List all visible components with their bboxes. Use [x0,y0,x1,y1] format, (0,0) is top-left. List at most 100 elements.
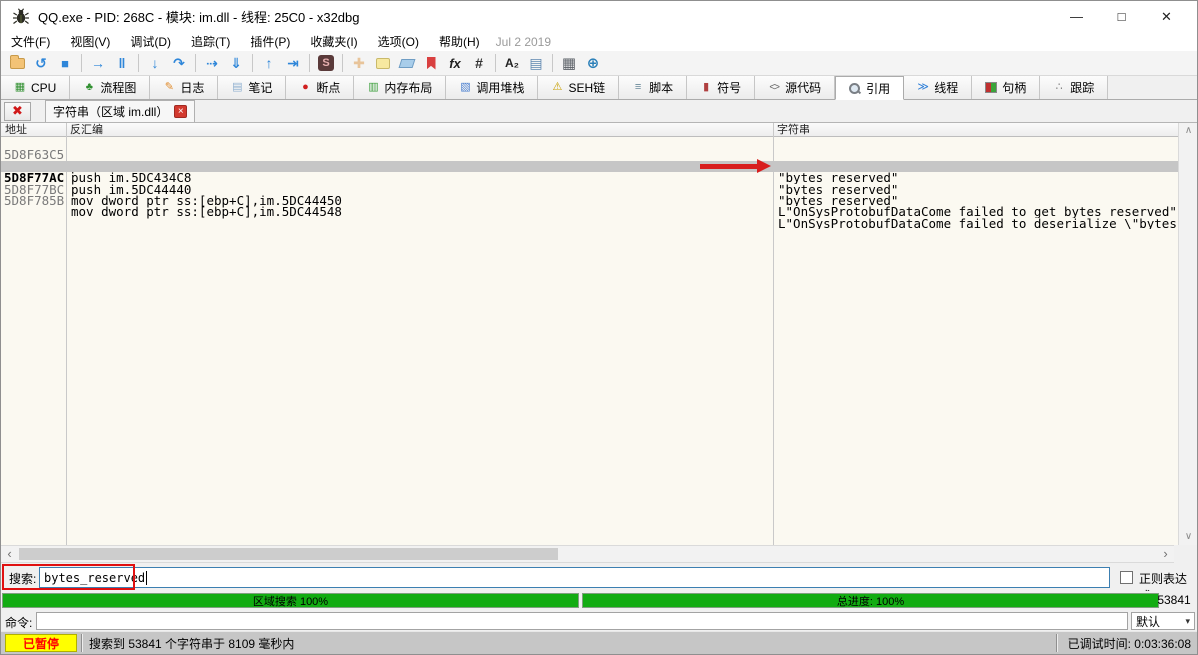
column-header-address[interactable]: 地址 [1,123,66,137]
tab-breakpoints[interactable]: ●断点 [286,76,354,99]
pause-icon[interactable]: ‖ [111,53,133,73]
animate-into-icon[interactable]: ⇢ [201,53,223,73]
column-header-string[interactable]: 字符串 [773,123,1178,137]
run-to-user-code-icon[interactable]: ⇥ [282,53,304,73]
hash-icon[interactable]: # [468,53,490,73]
tab-call-stack[interactable]: ▧调用堆栈 [446,76,538,99]
progress-row: 区域搜索 100% 总进度: 100% 53841 [1,591,1197,610]
tab-handles[interactable]: 句柄 [972,76,1040,99]
menu-plugins[interactable]: 插件(P) [240,32,300,51]
log-icon: ✎ [163,82,175,93]
tab-symbols[interactable]: ▮符号 [687,76,755,99]
comment-icon[interactable] [372,53,394,73]
ascii-table-icon[interactable]: A₂ [501,53,523,73]
close-tab-icon[interactable]: × [174,105,187,118]
graph-icon: ♣ [83,82,95,93]
window-title: QQ.exe - PID: 268C - 模块: im.dll - 线程: 25… [38,7,360,26]
toolbar-separator [342,54,343,72]
menu-options[interactable]: 选项(O) [368,32,429,51]
region-search-progressbar: 区域搜索 100% [2,593,579,608]
chevron-down-icon: ▾ [1185,616,1190,627]
tab-log[interactable]: ✎日志 [150,76,218,99]
source-icon[interactable]: S [315,53,337,73]
trace-over-icon[interactable]: ⇓ [225,53,247,73]
scroll-down-icon[interactable]: ∨ [1179,529,1198,545]
scrollbar-corner [1174,545,1197,563]
trace-icon: ∴ [1053,82,1065,93]
status-separator [81,634,83,652]
close-all-tabs-button[interactable]: ✖ [4,102,31,121]
menu-view[interactable]: 视图(V) [60,32,120,51]
tab-graph[interactable]: ♣流程图 [70,76,150,99]
stop-icon[interactable]: ■ [54,53,76,73]
command-input[interactable] [36,612,1128,630]
tab-memory-map[interactable]: ▥内存布局 [354,76,446,99]
scroll-left-icon[interactable]: ‹ [1,546,18,562]
label-icon[interactable] [396,53,418,73]
function-icon[interactable]: fx [444,53,466,73]
status-message: 搜索到 53841 个字符串于 8109 毫秒内 [87,635,1052,652]
strings-region-tab[interactable]: 字符串（区域 im.dll） × [45,100,195,122]
table-row[interactable]: 5D8F785B mov dword ptr ss:[ebp+C],im.5DC… [1,184,1178,195]
table-row[interactable]: 5D8F77BC mov dword ptr ss:[ebp+C],im.5DC… [1,172,1178,183]
bookmark-icon[interactable] [420,53,442,73]
horizontal-scrollbar[interactable]: ‹ › [1,545,1174,563]
text-caret [146,571,147,585]
run-icon[interactable]: → [87,53,109,73]
match-highlight: bytes_res [1139,218,1176,229]
menu-trace[interactable]: 追踪(T) [181,32,240,51]
vertical-scrollbar[interactable]: ∧ ∨ [1178,123,1197,545]
internet-icon[interactable]: ⊕ [582,53,604,73]
step-over-icon[interactable]: ↷ [168,53,190,73]
menu-favourites[interactable]: 收藏夹(I) [300,32,367,51]
status-bar: 已暂停 搜索到 53841 个字符串于 8109 毫秒内 已调试时间: 0:03… [1,631,1197,654]
call-stack-icon: ▧ [459,82,471,93]
table-row-selected[interactable]: 5D8F77AC push im.5DC44440 "bytes_reserve… [1,161,1178,172]
step-into-icon[interactable]: ↓ [144,53,166,73]
scroll-up-icon[interactable]: ∧ [1179,123,1198,139]
table-row[interactable]: 5D8F63C5 push im.5DC434C8 "bytes_reserve… [1,138,1178,149]
patch-icon[interactable]: ✚ [348,53,370,73]
command-profile-value: 默认 [1136,613,1160,630]
command-profile-dropdown[interactable]: 默认 ▾ [1131,612,1195,630]
tab-source[interactable]: <>源代码 [755,76,835,99]
calculator-icon[interactable]: ▦ [558,53,580,73]
regex-checkbox[interactable] [1120,571,1133,584]
modules-icon[interactable]: ▤ [525,53,547,73]
result-count: 53841 [1155,593,1193,608]
tab-references[interactable]: 引用 [835,76,904,100]
column-header-disassembly[interactable]: 反汇编 [66,123,773,137]
restart-icon[interactable]: ↺ [30,53,52,73]
notes-icon: ▤ [231,82,243,93]
menu-help[interactable]: 帮助(H) [429,32,490,51]
command-label: 命令: [5,614,32,631]
debug-time: 已调试时间: 0:03:36:08 [1062,635,1197,652]
scrollbar-thumb[interactable] [19,548,558,560]
menu-debug[interactable]: 调试(D) [120,32,181,51]
annotation-red-arrow [700,164,758,169]
main-tab-bar: ▦CPU ♣流程图 ✎日志 ▤笔记 ●断点 ▥内存布局 ▧调用堆栈 ⚠SEH链 … [1,76,1197,100]
toolbar-separator [81,54,82,72]
tab-cpu[interactable]: ▦CPU [1,76,70,99]
tab-threads[interactable]: ≫线程 [904,76,972,99]
menu-file[interactable]: 文件(F) [1,32,60,51]
total-progressbar: 总进度: 100% [582,593,1159,608]
toolbar-separator [552,54,553,72]
toolbar-separator [138,54,139,72]
close-button[interactable]: ✕ [1144,1,1189,32]
title-bar: QQ.exe - PID: 268C - 模块: im.dll - 线程: 25… [1,1,1197,32]
search-input[interactable]: bytes_reserved [39,567,1110,588]
table-body: 5D8F63C5 push im.5DC434C8 "bytes_reserve… [1,138,1178,545]
threads-icon: ≫ [917,82,929,93]
open-file-icon[interactable] [6,53,28,73]
minimize-button[interactable]: — [1054,1,1099,32]
tab-notes[interactable]: ▤笔记 [218,76,286,99]
tab-trace[interactable]: ∴跟踪 [1040,76,1108,99]
memory-icon: ▥ [367,82,379,93]
tab-script[interactable]: ≡脚本 [619,76,687,99]
tab-seh[interactable]: ⚠SEH链 [538,76,619,99]
scroll-right-icon[interactable]: › [1157,546,1174,562]
maximize-button[interactable]: □ [1099,1,1144,32]
table-row[interactable]: 5D8F63E8 push im.5DC434C8 "bytes_reserve… [1,149,1178,160]
execute-till-return-icon[interactable]: ↑ [258,53,280,73]
